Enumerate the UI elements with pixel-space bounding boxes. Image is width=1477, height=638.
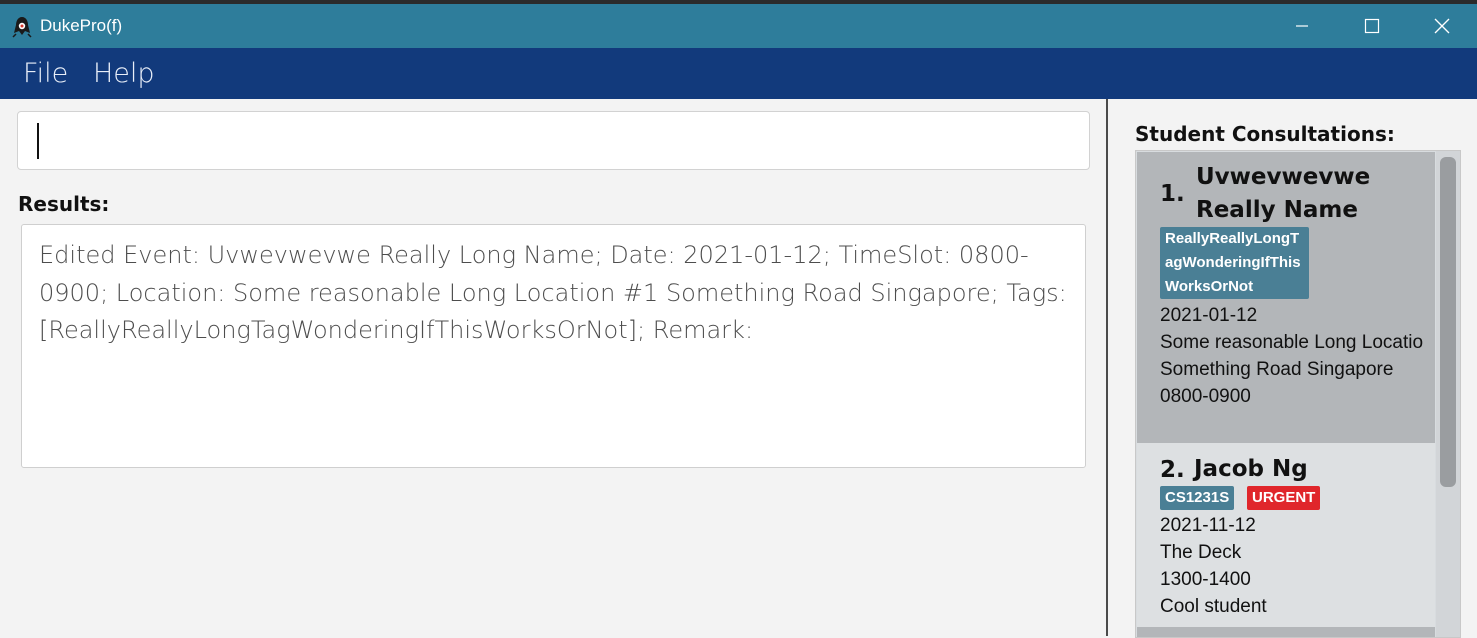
close-button[interactable]: [1407, 4, 1477, 48]
card-location: Some reasonable Long Locatio: [1160, 332, 1424, 353]
consultation-card[interactable]: 2. Jacob Ng CS1231S URGENT 2021-11-12 Th…: [1137, 443, 1435, 627]
card-location-cont: Something Road Singapore: [1160, 359, 1394, 380]
consultation-card[interactable]: 1. Uvwevwevwe Really Name ReallyReallyLo…: [1137, 152, 1435, 443]
results-label: Results:: [18, 192, 110, 216]
card-name: Jacob Ng: [1194, 456, 1308, 482]
card-index: 2.: [1160, 457, 1185, 483]
window-title: DukePro(f): [40, 16, 123, 35]
menu-help[interactable]: Help: [93, 58, 155, 90]
minimize-button[interactable]: [1267, 4, 1337, 48]
results-display[interactable]: Edited Event: Uvwevwevwe Really Long Nam…: [21, 224, 1086, 468]
card-name: Uvwevwevwe Really Name: [1196, 164, 1371, 223]
menu-file[interactable]: File: [23, 58, 68, 90]
close-icon: [1434, 18, 1450, 34]
card-time: 1300-1400: [1160, 569, 1251, 590]
urgent-badge: URGENT: [1247, 486, 1321, 510]
card-date: 2021-11-12: [1160, 515, 1256, 536]
consultation-card[interactable]: [1137, 627, 1435, 637]
consultation-list[interactable]: 1. Uvwevwevwe Really Name ReallyReallyLo…: [1135, 150, 1461, 638]
results-text: Edited Event: Uvwevwevwe Really Long Nam…: [39, 241, 1067, 344]
panel-divider[interactable]: [1106, 99, 1108, 636]
tag-badge: ReallyReallyLongTagWonderingIfThisWorksO…: [1160, 227, 1309, 299]
duke-icon: [12, 17, 32, 38]
menu-bar: File Help: [0, 48, 1477, 99]
tag-badge: CS1231S: [1160, 486, 1235, 510]
maximize-icon: [1364, 18, 1380, 34]
card-index: 1.: [1160, 181, 1185, 207]
minimize-icon: [1296, 25, 1308, 27]
command-input[interactable]: [17, 111, 1090, 170]
card-time: 0800-0900: [1160, 386, 1251, 407]
title-bar: DukePro(f): [0, 4, 1477, 48]
text-caret: [37, 123, 39, 159]
card-date: 2021-01-12: [1160, 305, 1258, 326]
card-remark: Cool student: [1160, 596, 1267, 617]
card-location: The Deck: [1160, 542, 1242, 563]
consultations-label: Student Consultations:: [1135, 122, 1395, 146]
maximize-button[interactable]: [1337, 4, 1407, 48]
scrollbar-thumb[interactable]: [1440, 157, 1456, 487]
